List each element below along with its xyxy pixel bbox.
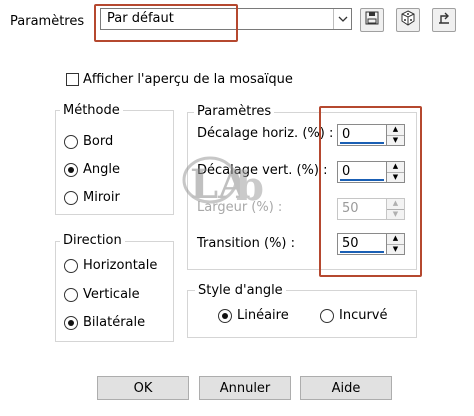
radio-lineaire[interactable] [218, 308, 232, 323]
random-button[interactable] [396, 8, 420, 32]
dice-icon [400, 10, 416, 30]
radio-lineaire-label: Linéaire [237, 308, 289, 323]
radio-bilaterale[interactable] [64, 315, 78, 330]
chevron-down-icon[interactable] [333, 9, 351, 29]
preset-highlight [94, 4, 238, 42]
radio-verticale[interactable] [64, 287, 78, 302]
preview-checkbox-row[interactable]: Afficher l'aperçu de la mosaïque [66, 72, 293, 87]
svg-text:b: b [236, 163, 264, 210]
radio-bord-label: Bord [83, 134, 114, 149]
radio-verticale-label: Verticale [83, 287, 140, 302]
radio-angle-label: Angle [83, 162, 120, 177]
style-option-incurve[interactable]: Incurvé [320, 308, 388, 323]
preview-checkbox[interactable] [66, 73, 79, 86]
cancel-button[interactable]: Annuler [199, 376, 291, 400]
save-preset-button[interactable] [360, 8, 384, 32]
style-angle-title: Style d'angle [195, 283, 286, 298]
watermark-logo: LA b [172, 150, 292, 224]
decalage-horiz-label: Décalage horiz. (%) : [197, 126, 334, 141]
help-button[interactable]: Aide [300, 376, 392, 400]
methode-option-miroir[interactable]: Miroir [64, 190, 120, 205]
reset-button[interactable] [432, 8, 456, 32]
spinners-highlight [319, 106, 422, 277]
direction-option-verticale[interactable]: Verticale [64, 287, 140, 302]
radio-angle[interactable] [64, 162, 78, 177]
preset-label: Paramètres [10, 14, 85, 29]
radio-horizontale-label: Horizontale [83, 258, 158, 273]
ok-button[interactable]: OK [97, 376, 189, 400]
radio-miroir[interactable] [64, 190, 78, 205]
style-option-lineaire[interactable]: Linéaire [218, 308, 289, 323]
direction-option-horizontale[interactable]: Horizontale [64, 258, 157, 273]
methode-option-bord[interactable]: Bord [64, 134, 113, 149]
radio-horizontale[interactable] [64, 258, 78, 273]
radio-incurve-label: Incurvé [339, 308, 388, 323]
preview-checkbox-label: Afficher l'aperçu de la mosaïque [83, 72, 293, 87]
radio-incurve[interactable] [320, 308, 334, 323]
radio-miroir-label: Miroir [83, 190, 120, 205]
radio-bord[interactable] [64, 134, 78, 149]
parametres-title: Paramètres [194, 104, 275, 119]
direction-title: Direction [60, 233, 125, 248]
direction-option-bilaterale[interactable]: Bilatérale [64, 315, 145, 330]
reset-icon [436, 10, 452, 30]
methode-option-angle[interactable]: Angle [64, 162, 120, 177]
save-icon [364, 10, 380, 30]
methode-title: Méthode [60, 103, 123, 118]
transition-label: Transition (%) : [197, 236, 296, 251]
radio-bilaterale-label: Bilatérale [83, 315, 146, 330]
